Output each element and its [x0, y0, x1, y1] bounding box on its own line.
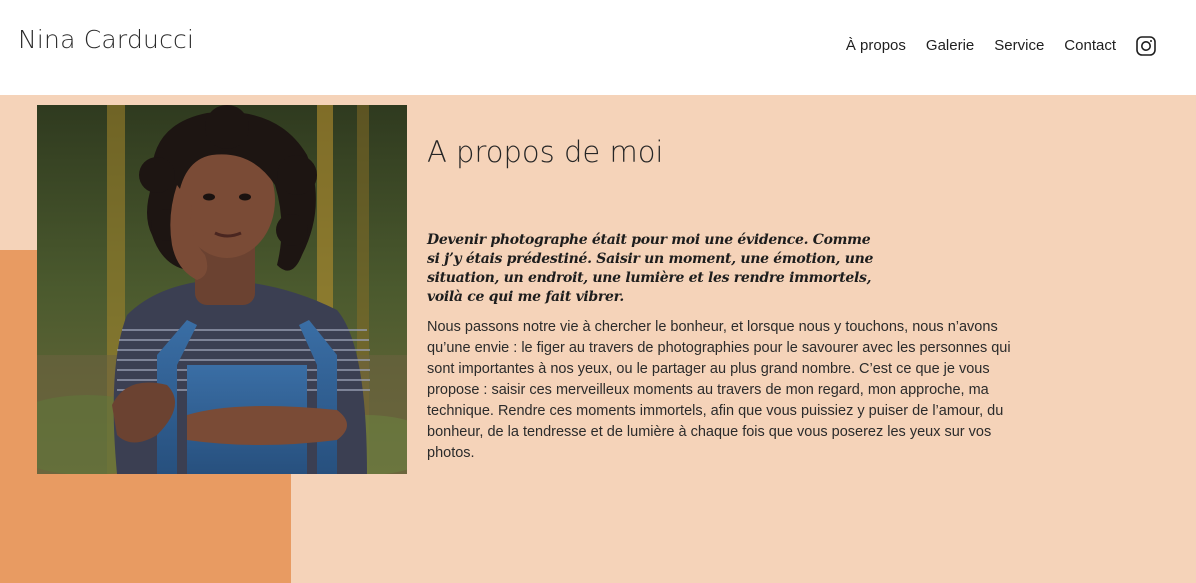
instagram-icon[interactable] — [1136, 36, 1156, 56]
nav-link-contact[interactable]: Contact — [1064, 37, 1116, 54]
about-body-text: Nous passons notre vie à chercher le bon… — [427, 319, 1011, 461]
site-header: Nina Carducci À propos Galerie Service C… — [0, 0, 1196, 95]
nav-link-galerie[interactable]: Galerie — [926, 37, 974, 54]
main-nav: À propos Galerie Service Contact — [846, 37, 1116, 54]
portrait-photo — [37, 105, 407, 474]
nav-link-a-propos[interactable]: À propos — [846, 37, 906, 54]
intro-quote: Devenir photographe était pour moi une é… — [427, 232, 874, 305]
brand-logo-link[interactable]: Nina Carducci — [18, 25, 194, 54]
about-section: A propos de moi Devenir photographe étai… — [0, 95, 1196, 583]
nav-link-service[interactable]: Service — [994, 37, 1044, 54]
section-title: A propos de moi — [427, 135, 664, 169]
